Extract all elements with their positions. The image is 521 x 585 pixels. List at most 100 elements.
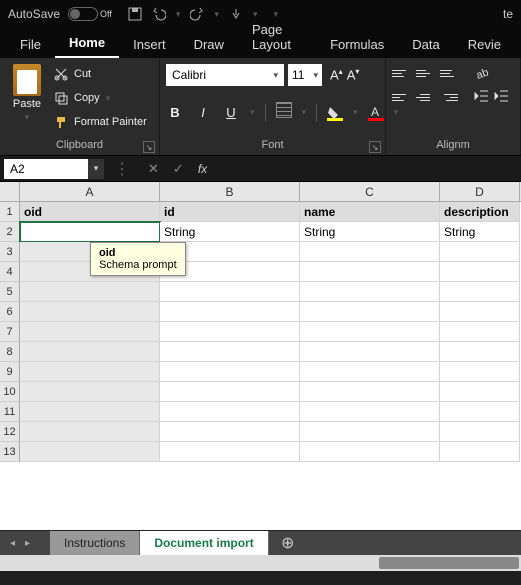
tab-data[interactable]: Data bbox=[398, 31, 453, 58]
autosave-toggle[interactable] bbox=[68, 7, 98, 21]
row-header[interactable]: 8 bbox=[0, 342, 20, 362]
select-all-corner[interactable] bbox=[0, 182, 20, 201]
row-header[interactable]: 1 bbox=[0, 202, 20, 222]
name-box[interactable]: A2 bbox=[4, 159, 88, 179]
font-color-button[interactable]: A bbox=[368, 105, 384, 121]
tab-formulas[interactable]: Formulas bbox=[316, 31, 398, 58]
row-header[interactable]: 10 bbox=[0, 382, 20, 402]
cell[interactable] bbox=[300, 382, 440, 402]
cell[interactable]: name bbox=[300, 202, 440, 222]
cell[interactable]: String bbox=[160, 222, 300, 242]
cell[interactable] bbox=[300, 282, 440, 302]
sheet-nav-next-icon[interactable]: ▸ bbox=[25, 538, 30, 549]
cell[interactable] bbox=[440, 342, 520, 362]
cell[interactable] bbox=[440, 322, 520, 342]
borders-button[interactable] bbox=[276, 102, 292, 123]
tab-review[interactable]: Revie bbox=[454, 31, 515, 58]
cell[interactable] bbox=[440, 382, 520, 402]
cell[interactable] bbox=[160, 402, 300, 422]
copy-button[interactable]: Copy ▾ bbox=[54, 88, 147, 108]
align-top-icon[interactable] bbox=[392, 64, 410, 82]
row-header[interactable]: 13 bbox=[0, 442, 20, 462]
tab-page-layout[interactable]: Page Layout bbox=[238, 16, 316, 58]
cell[interactable] bbox=[20, 282, 160, 302]
align-left-icon[interactable] bbox=[392, 88, 410, 106]
row-header[interactable]: 2 bbox=[0, 222, 20, 242]
cell[interactable] bbox=[440, 282, 520, 302]
row-header[interactable]: 11 bbox=[0, 402, 20, 422]
cancel-formula-icon[interactable]: ✕ bbox=[148, 161, 159, 177]
cell[interactable] bbox=[20, 222, 160, 242]
tab-home[interactable]: Home bbox=[55, 29, 119, 58]
underline-button[interactable]: U bbox=[222, 104, 240, 122]
undo-dropdown-icon[interactable]: ▾ bbox=[176, 9, 181, 20]
cell[interactable] bbox=[20, 402, 160, 422]
cell[interactable] bbox=[300, 442, 440, 462]
align-center-icon[interactable] bbox=[416, 88, 434, 106]
borders-dropdown-icon[interactable]: ▾ bbox=[302, 107, 307, 118]
cell[interactable] bbox=[20, 342, 160, 362]
increase-font-icon[interactable]: A▴ bbox=[330, 67, 343, 82]
cell[interactable] bbox=[300, 302, 440, 322]
enter-formula-icon[interactable]: ✓ bbox=[173, 161, 184, 177]
cell[interactable] bbox=[20, 322, 160, 342]
cell[interactable] bbox=[160, 342, 300, 362]
tab-file[interactable]: File bbox=[6, 31, 55, 58]
copy-dropdown-icon[interactable]: ▾ bbox=[106, 93, 111, 104]
scrollbar-thumb[interactable] bbox=[379, 557, 519, 569]
cell[interactable] bbox=[440, 262, 520, 282]
touch-mode-icon[interactable] bbox=[229, 7, 243, 21]
cell[interactable] bbox=[20, 302, 160, 322]
bold-button[interactable]: B bbox=[166, 104, 184, 122]
font-size-select[interactable]: 11 ▾ bbox=[288, 64, 322, 86]
cell[interactable] bbox=[300, 422, 440, 442]
cell[interactable] bbox=[160, 362, 300, 382]
paste-dropdown-icon[interactable]: ▾ bbox=[25, 112, 30, 123]
align-middle-icon[interactable] bbox=[416, 64, 434, 82]
redo-dropdown-icon[interactable]: ▾ bbox=[214, 9, 219, 20]
row-header[interactable]: 4 bbox=[0, 262, 20, 282]
increase-indent-icon[interactable] bbox=[494, 88, 510, 104]
sheet-nav-prev-icon[interactable]: ◂ bbox=[10, 538, 15, 549]
undo-icon[interactable] bbox=[152, 7, 166, 21]
save-icon[interactable] bbox=[128, 7, 142, 21]
worksheet-grid[interactable]: A B C D 1oididnamedescription2StringStri… bbox=[0, 182, 521, 530]
col-header-D[interactable]: D bbox=[440, 182, 520, 201]
cell[interactable] bbox=[440, 442, 520, 462]
cell[interactable] bbox=[20, 422, 160, 442]
font-name-select[interactable]: Calibri ▾ bbox=[166, 64, 284, 86]
underline-dropdown-icon[interactable]: ▾ bbox=[250, 107, 255, 118]
row-header[interactable]: 7 bbox=[0, 322, 20, 342]
fill-color-dropdown-icon[interactable]: ▾ bbox=[353, 107, 358, 118]
cell[interactable] bbox=[160, 302, 300, 322]
cell[interactable] bbox=[300, 402, 440, 422]
cell[interactable] bbox=[300, 322, 440, 342]
cell[interactable] bbox=[440, 402, 520, 422]
fill-color-button[interactable] bbox=[327, 105, 343, 121]
col-header-A[interactable]: A bbox=[20, 182, 160, 201]
row-header[interactable]: 3 bbox=[0, 242, 20, 262]
cell[interactable] bbox=[160, 422, 300, 442]
cell[interactable]: id bbox=[160, 202, 300, 222]
cell[interactable] bbox=[160, 382, 300, 402]
cell[interactable] bbox=[20, 382, 160, 402]
align-bottom-icon[interactable] bbox=[440, 64, 458, 82]
clipboard-dialog-launcher[interactable]: ↘ bbox=[143, 141, 155, 153]
paste-button[interactable]: Paste ▾ bbox=[6, 62, 48, 123]
font-dialog-launcher[interactable]: ↘ bbox=[369, 141, 381, 153]
cut-button[interactable]: Cut bbox=[54, 64, 147, 84]
cell[interactable] bbox=[440, 362, 520, 382]
align-right-icon[interactable] bbox=[440, 88, 458, 106]
italic-button[interactable]: I bbox=[194, 104, 212, 122]
horizontal-scrollbar[interactable] bbox=[0, 555, 521, 571]
decrease-indent-icon[interactable] bbox=[474, 88, 490, 104]
name-box-dropdown[interactable]: ▾ bbox=[88, 159, 104, 179]
sheet-tab-document-import[interactable]: Document import bbox=[140, 531, 268, 556]
col-header-C[interactable]: C bbox=[300, 182, 440, 201]
orientation-button[interactable]: ab bbox=[474, 64, 510, 82]
sheet-tab-instructions[interactable]: Instructions bbox=[50, 531, 140, 556]
cell[interactable] bbox=[440, 422, 520, 442]
cell[interactable] bbox=[440, 302, 520, 322]
cell[interactable] bbox=[160, 282, 300, 302]
cell[interactable] bbox=[440, 242, 520, 262]
